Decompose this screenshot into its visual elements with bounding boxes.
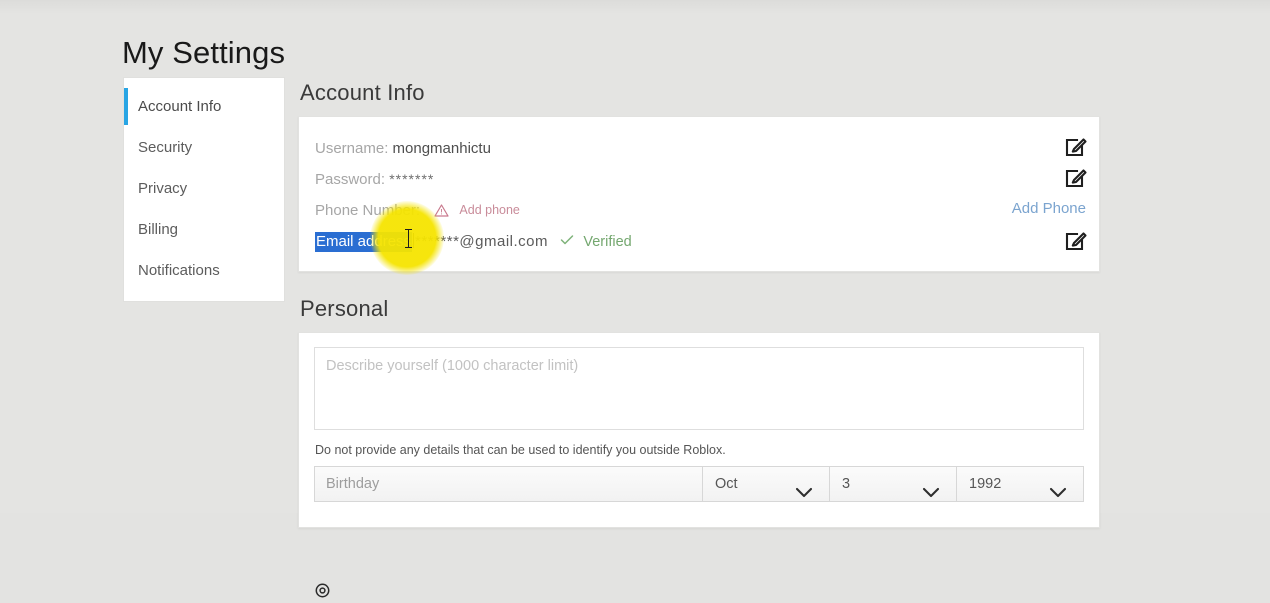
birthday-year-select[interactable]: 1992: [956, 467, 1083, 501]
sidebar-item-privacy[interactable]: Privacy: [124, 168, 284, 209]
email-label-selected[interactable]: Email address: [315, 232, 413, 252]
settings-content: Account Info Username: mongmanhictu Pass…: [298, 78, 1100, 598]
sidebar-item-label: Privacy: [138, 180, 188, 197]
email-value: *******@gmail.com: [415, 233, 548, 250]
personal-card: Do not provide any details that can be u…: [298, 332, 1100, 598]
edit-username-button[interactable]: [1065, 135, 1087, 157]
sidebar-item-notifications[interactable]: Notifications: [124, 250, 284, 291]
phone-row: Phone Number: Add phone: [299, 195, 1099, 226]
chevron-down-icon: [1049, 478, 1067, 512]
account-info-heading: Account Info: [300, 80, 425, 105]
sidebar-item-label: Security: [138, 139, 193, 156]
email-row: Email address *******@gmail.com Verified: [299, 226, 1099, 257]
birthday-day-value: 3: [842, 476, 851, 492]
personal-heading: Personal: [300, 296, 389, 321]
sidebar-item-label: Billing: [138, 221, 179, 238]
edit-email-button[interactable]: [1065, 229, 1087, 251]
describe-yourself-textarea[interactable]: [314, 347, 1084, 430]
add-phone-button[interactable]: Add Phone: [1012, 198, 1086, 220]
birthday-row: Birthday Oct 3 1992: [314, 466, 1084, 502]
birthday-month-value: Oct: [715, 476, 738, 492]
settings-page: My Settings Account Info Security Privac…: [0, 0, 1270, 598]
sidebar-item-label: Account Info: [138, 98, 222, 115]
birthday-year-value: 1992: [969, 476, 1002, 492]
password-row: Password: *******: [299, 164, 1099, 195]
page-title: My Settings: [122, 34, 286, 70]
chevron-down-icon: [795, 478, 813, 512]
account-info-card: Username: mongmanhictu Password: *******…: [298, 116, 1100, 272]
check-icon: [560, 226, 574, 257]
sidebar-item-billing[interactable]: Billing: [124, 209, 284, 250]
settings-sidebar: Account Info Security Privacy Billing No…: [124, 78, 284, 301]
phone-label: Phone Number:: [315, 202, 421, 219]
username-row: Username: mongmanhictu: [299, 133, 1099, 164]
gender-info-icon: [315, 583, 330, 598]
chevron-down-icon: [922, 478, 940, 512]
sidebar-item-account-info[interactable]: Account Info: [124, 86, 284, 127]
text-caret: [413, 233, 415, 248]
username-label: Username:: [315, 140, 389, 157]
username-value: mongmanhictu: [392, 140, 491, 157]
birthday-label: Birthday: [326, 476, 380, 492]
add-phone-inline-link[interactable]: Add phone: [459, 203, 519, 217]
sidebar-item-security[interactable]: Security: [124, 127, 284, 168]
birthday-day-select[interactable]: 3: [829, 467, 956, 501]
password-label: Password:: [315, 171, 386, 188]
sidebar-item-label: Notifications: [138, 262, 220, 279]
warning-triangle-icon: [434, 197, 449, 228]
edit-password-button[interactable]: [1065, 166, 1087, 188]
privacy-hint: Do not provide any details that can be u…: [315, 443, 726, 457]
verified-label: Verified: [583, 234, 632, 250]
password-value: *******: [389, 171, 435, 187]
birthday-month-select[interactable]: Oct: [702, 467, 829, 501]
